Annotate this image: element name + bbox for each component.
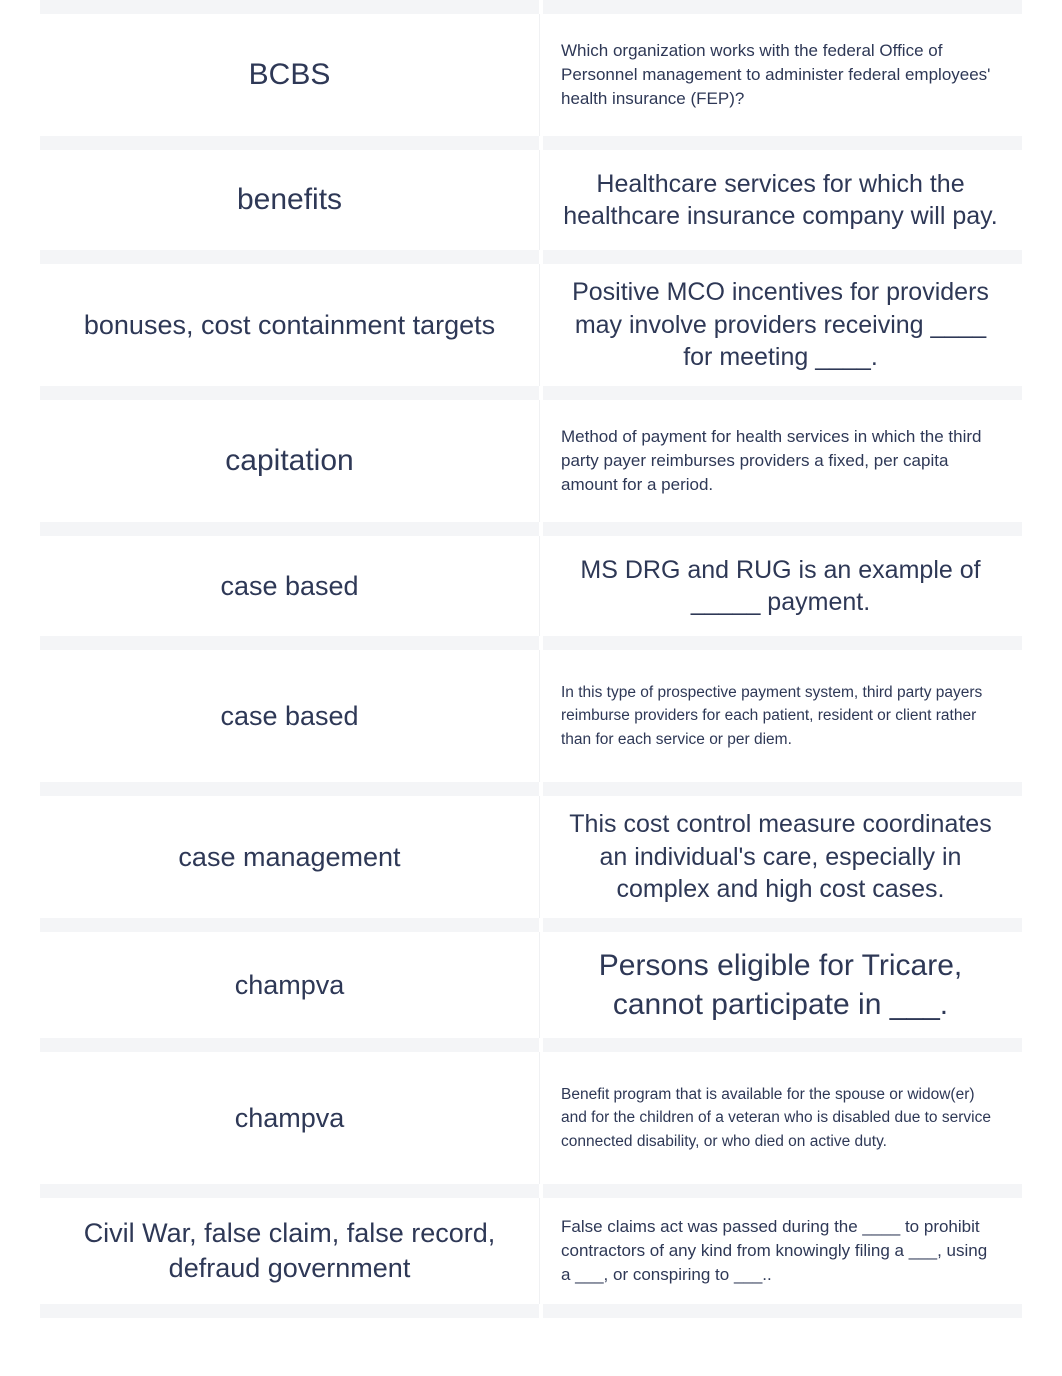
flashcard-row[interactable]: case based In this type of prospective pa… <box>40 650 1022 782</box>
flashcard-term-text: capitation <box>225 443 354 477</box>
flashcard-term-text: case based <box>220 570 359 601</box>
flashcard-definition-cell[interactable]: Method of payment for health services in… <box>539 400 1022 522</box>
flashcard-row[interactable]: capitation Method of payment for health s… <box>40 400 1022 522</box>
flashcard-row[interactable]: bonuses, cost containment targets Positiv… <box>40 264 1022 386</box>
flashcard-definition-text: MS DRG and RUG is an example of _____ pa… <box>580 555 981 617</box>
row-separator <box>40 1184 1022 1198</box>
row-separator <box>40 636 1022 650</box>
flashcard-definition-cell[interactable]: In this type of prospective payment syst… <box>539 650 1022 782</box>
flashcard-row[interactable]: benefits Healthcare services for which th… <box>40 150 1022 250</box>
flashcard-term-text: champva <box>234 969 345 1000</box>
flashcard-definition-text: Persons eligible for Tricare, cannot par… <box>598 949 963 1021</box>
flashcard-definition-cell[interactable]: Persons eligible for Tricare, cannot par… <box>539 932 1022 1038</box>
row-separator <box>40 250 1022 264</box>
flashcard-definition-text: Healthcare services for which the health… <box>563 169 998 231</box>
flashcard-term-cell[interactable]: bonuses, cost containment targets <box>40 264 539 386</box>
row-separator <box>40 0 1022 14</box>
flashcard-term-cell[interactable]: champva <box>40 932 539 1038</box>
flashcard-term-text: bonuses, cost containment targets <box>83 309 496 340</box>
flashcard-definition-text: This cost control measure coordinates an… <box>569 810 992 904</box>
flashcard-term-cell[interactable]: BCBS <box>40 14 539 136</box>
flashcard-definition-text: Method of payment for health services in… <box>561 426 982 495</box>
flashcard-term-cell[interactable]: benefits <box>40 150 539 250</box>
row-separator <box>40 918 1022 932</box>
flashcard-definition-text: False claims act was passed during the _… <box>561 1216 988 1285</box>
flashcard-term-text: case based <box>220 700 359 731</box>
flashcard-term-text: benefits <box>236 182 343 216</box>
flashcard-definition-cell[interactable]: False claims act was passed during the _… <box>539 1198 1022 1304</box>
flashcard-definition-cell[interactable]: Which organization works with the federa… <box>539 14 1022 136</box>
row-separator <box>40 1304 1022 1318</box>
flashcard-definition-cell[interactable]: Benefit program that is available for th… <box>539 1052 1022 1184</box>
flashcard-term-cell[interactable]: Civil War, false claim, false record, de… <box>40 1198 539 1304</box>
flashcard-row[interactable]: Civil War, false claim, false record, de… <box>40 1198 1022 1304</box>
flashcard-definition-text: In this type of prospective payment syst… <box>561 684 983 748</box>
flashcard-term-text: Civil War, false claim, false record, de… <box>83 1218 496 1283</box>
flashcard-term-cell[interactable]: capitation <box>40 400 539 522</box>
flashcard-definition-cell[interactable]: Healthcare services for which the health… <box>539 150 1022 250</box>
flashcard-row[interactable]: champva Benefit program that is available… <box>40 1052 1022 1184</box>
flashcard-row[interactable]: BCBS Which organization works with the fe… <box>40 14 1022 136</box>
flashcard-term-cell[interactable]: case based <box>40 650 539 782</box>
flashcard-page: BCBS Which organization works with the fe… <box>0 0 1062 1376</box>
row-separator <box>40 522 1022 536</box>
flashcard-term-text: case management <box>178 841 401 872</box>
flashcard-term-text: champva <box>234 1102 345 1133</box>
flashcard-term-cell[interactable]: case management <box>40 796 539 918</box>
flashcard-definition-text: Which organization works with the federa… <box>561 40 991 109</box>
row-separator <box>40 136 1022 150</box>
flashcard-term-text: BCBS <box>248 57 331 91</box>
flashcard-row[interactable]: case based MS DRG and RUG is an example o… <box>40 536 1022 636</box>
flashcard-row[interactable]: case management This cost control measure… <box>40 796 1022 918</box>
flashcard-list: BCBS Which organization works with the fe… <box>40 0 1022 1318</box>
row-separator <box>40 1038 1022 1052</box>
row-separator <box>40 782 1022 796</box>
flashcard-definition-cell[interactable]: MS DRG and RUG is an example of _____ pa… <box>539 536 1022 636</box>
flashcard-row[interactable]: champva Persons eligible for Tricare, can… <box>40 932 1022 1038</box>
flashcard-definition-cell[interactable]: This cost control measure coordinates an… <box>539 796 1022 918</box>
flashcard-term-cell[interactable]: champva <box>40 1052 539 1184</box>
flashcard-term-cell[interactable]: case based <box>40 536 539 636</box>
flashcard-definition-cell[interactable]: Positive MCO incentives for providers ma… <box>539 264 1022 386</box>
flashcard-definition-text: Positive MCO incentives for providers ma… <box>572 278 989 372</box>
row-separator <box>40 386 1022 400</box>
flashcard-definition-text: Benefit program that is available for th… <box>561 1086 991 1150</box>
